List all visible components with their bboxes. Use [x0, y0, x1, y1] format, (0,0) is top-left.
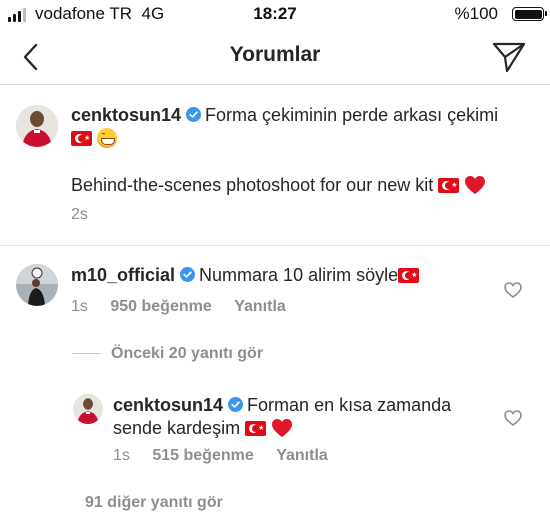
comment-likes[interactable]: 950 beğenme — [110, 298, 211, 315]
heart-outline-icon[interactable] — [504, 282, 522, 298]
reply-text-line1: Forman en kısa zamanda — [247, 395, 452, 415]
reply-item: cenktosun14 Forman en kısa zamanda sende … — [0, 386, 550, 476]
comment-item: m10_official Nummara 10 alirim söyle ★ 1s … — [0, 246, 550, 336]
divider — [73, 353, 101, 355]
reply-text: cenktosun14 Forman en kısa zamanda sende … — [113, 394, 493, 440]
status-bar: vodafone TR 4G 18:27 %100 — [0, 0, 550, 30]
reply-button[interactable]: Yanıtla — [276, 447, 328, 464]
verified-badge-icon — [186, 107, 202, 122]
avatar[interactable] — [16, 105, 58, 147]
comment-username[interactable]: m10_official — [71, 265, 175, 285]
comment-text-line: m10_official Nummara 10 alirim söyle ★ — [71, 264, 420, 287]
nav-bar: Yorumlar — [0, 30, 550, 85]
verified-badge-icon — [228, 397, 244, 412]
avatar[interactable] — [16, 264, 58, 306]
more-replies-link[interactable]: 91 diğer yanıtı gör — [85, 494, 223, 512]
grinning-face-icon — [97, 128, 118, 148]
page-title: Yorumlar — [229, 43, 321, 66]
turkey-flag-icon: ★ — [71, 131, 92, 146]
caption-text-en-line: Behind-the-scenes photoshoot for our new… — [71, 174, 541, 197]
reply-meta: 1s 515 beğenme Yanıtla — [113, 447, 328, 465]
red-heart-icon — [465, 176, 486, 194]
reply-button[interactable]: Yanıtla — [234, 298, 286, 315]
caption-username[interactable]: cenktosun14 — [71, 105, 181, 125]
reply-username[interactable]: cenktosun14 — [113, 395, 223, 415]
heart-outline-icon[interactable] — [504, 410, 522, 426]
turkey-flag-icon: ★ — [245, 421, 267, 436]
red-heart-icon — [272, 419, 293, 437]
view-replies-link[interactable]: Önceki 20 yanıtı gör — [73, 345, 263, 363]
view-replies-label: Önceki 20 yanıtı gör — [111, 345, 264, 362]
comment-time: 1s — [71, 298, 88, 315]
direct-send-icon[interactable] — [492, 40, 526, 74]
caption-time: 2s — [71, 206, 88, 223]
comment-text: Nummara 10 alirim söyle — [199, 265, 399, 285]
battery-icon — [512, 7, 547, 21]
reply-likes[interactable]: 515 beğenme — [152, 447, 253, 464]
turkey-flag-icon: ★ — [398, 268, 420, 283]
battery-percent: %100 — [454, 4, 498, 23]
reply-text-line2: sende kardeşim — [113, 418, 241, 438]
turkey-flag-icon: ★ — [438, 178, 460, 193]
reply-time: 1s — [113, 447, 130, 464]
caption-text-en: Behind-the-scenes photoshoot for our new… — [71, 175, 434, 195]
caption-text-tr: Forma çekiminin perde arkası çekimi — [205, 105, 499, 125]
post-caption: cenktosun14 Forma çekiminin perde arkası … — [0, 84, 550, 246]
avatar[interactable] — [73, 394, 103, 424]
more-replies-label: 91 diğer yanıtı gör — [85, 494, 223, 511]
verified-badge-icon — [180, 267, 196, 282]
comment-meta: 1s 950 beğenme Yanıtla — [71, 298, 286, 316]
caption-text: cenktosun14 Forma çekiminin perde arkası … — [71, 104, 536, 150]
